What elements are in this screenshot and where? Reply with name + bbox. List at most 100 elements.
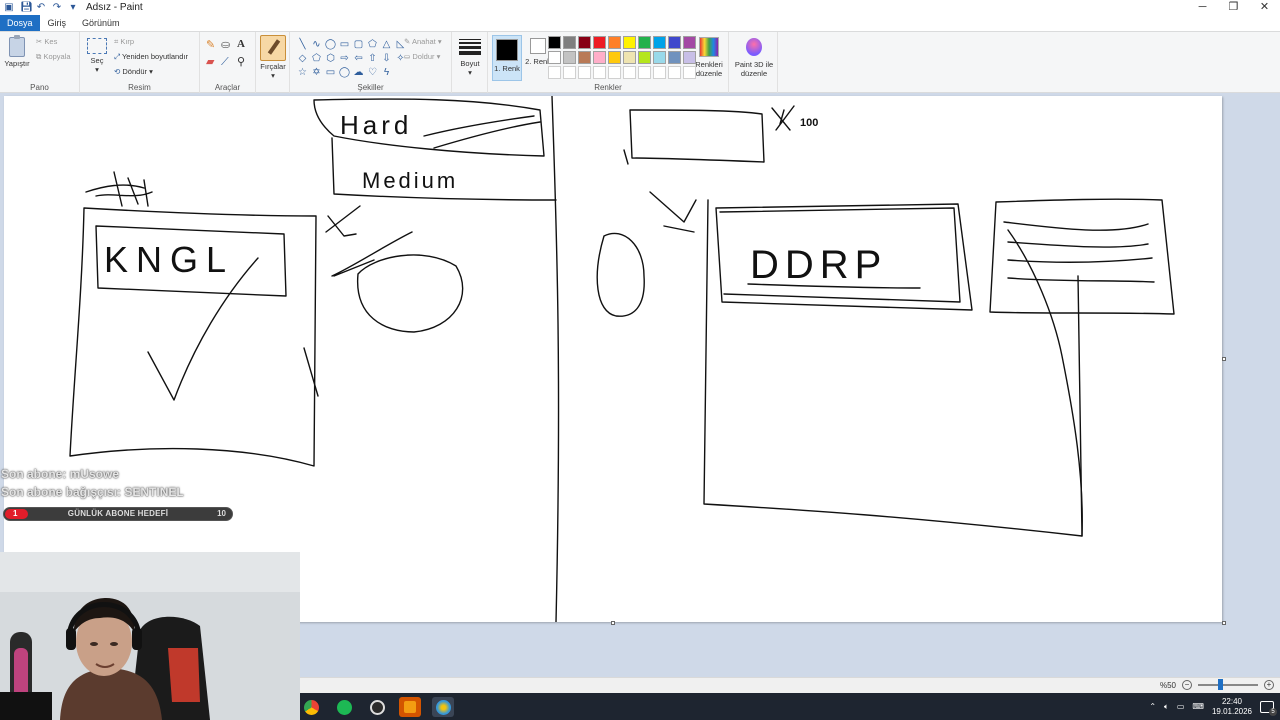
pencil-icon[interactable]: ✎ <box>206 40 215 51</box>
tab-file[interactable]: Dosya <box>0 15 40 31</box>
palette-swatch[interactable] <box>683 36 696 49</box>
close-icon[interactable]: ✕ <box>1249 0 1280 15</box>
tab-view[interactable]: Görünüm <box>74 15 128 31</box>
oval-shape-icon[interactable]: ◯ <box>324 38 337 51</box>
palette-swatch[interactable] <box>683 66 696 79</box>
palette-swatch[interactable] <box>548 36 561 49</box>
triangle-shape-icon[interactable]: △ <box>380 38 393 51</box>
save-icon[interactable]: 💾︎ <box>20 2 33 13</box>
resize-handle-bottom[interactable] <box>611 621 615 625</box>
color1-button[interactable]: 1. Renk <box>492 35 522 81</box>
palette-swatch[interactable] <box>653 36 666 49</box>
palette-swatch[interactable] <box>608 51 621 64</box>
resize-button[interactable]: ⤢ Yeniden boyutlandır <box>114 52 188 61</box>
palette-swatch[interactable] <box>608 66 621 79</box>
obs-icon[interactable] <box>366 697 388 717</box>
lightning-shape-icon[interactable]: ϟ <box>380 66 393 79</box>
palette-swatch[interactable] <box>623 66 636 79</box>
pentagon-shape-icon[interactable]: ⬠ <box>310 52 323 65</box>
palette-swatch[interactable] <box>578 51 591 64</box>
app-icon[interactable] <box>399 697 421 717</box>
down-arrow-shape-icon[interactable]: ⇩ <box>380 52 393 65</box>
outline-button[interactable]: ✎ Anahat ▾ <box>404 37 442 46</box>
rounded-rectangle-shape-icon[interactable]: ▢ <box>352 38 365 51</box>
right-arrow-shape-icon[interactable]: ⇨ <box>338 52 351 65</box>
heart-shape-icon[interactable]: ♡ <box>366 66 379 79</box>
palette-swatch[interactable] <box>653 51 666 64</box>
rotate-button[interactable]: ⟲ Döndür ▾ <box>114 67 153 76</box>
palette-swatch[interactable] <box>653 66 666 79</box>
zoom-in-icon[interactable]: + <box>1264 680 1274 690</box>
palette-swatch[interactable] <box>623 51 636 64</box>
diamond-shape-icon[interactable]: ◇ <box>296 52 309 65</box>
color-picker-icon[interactable]: ⟋ <box>221 57 229 68</box>
paint-icon[interactable] <box>432 697 454 717</box>
polygon-shape-icon[interactable]: ⬠ <box>366 38 379 51</box>
zoom-slider[interactable] <box>1198 679 1258 690</box>
line-shape-icon[interactable]: ╲ <box>296 38 309 51</box>
copy-button[interactable]: ⧉ Kopyala <box>36 52 71 61</box>
resize-handle-corner[interactable] <box>1222 621 1226 625</box>
five-point-star-shape-icon[interactable]: ☆ <box>296 66 309 79</box>
fill-button[interactable]: ⛀ Doldur ▾ <box>404 52 440 61</box>
hexagon-shape-icon[interactable]: ⬡ <box>324 52 337 65</box>
palette-swatch[interactable] <box>638 51 651 64</box>
palette-swatch[interactable] <box>563 36 576 49</box>
text-tool-icon[interactable]: A <box>237 39 245 50</box>
select-button[interactable]: Seç ▾ <box>86 38 108 74</box>
tray-chevron-icon[interactable]: ⌃ <box>1149 702 1156 711</box>
restore-icon[interactable]: ❐ <box>1218 0 1249 15</box>
palette-swatch[interactable] <box>578 36 591 49</box>
size-button[interactable]: Boyut ▾ <box>456 38 484 77</box>
palette-swatch[interactable] <box>668 66 681 79</box>
palette-swatch[interactable] <box>578 66 591 79</box>
clock[interactable]: 22:40 19.01.2026 <box>1212 697 1252 717</box>
edit-colors-button[interactable]: Renkleri düzenle <box>692 37 726 78</box>
palette-swatch[interactable] <box>638 66 651 79</box>
language-icon[interactable]: ⌨ <box>1192 702 1204 711</box>
resize-handle-right[interactable] <box>1222 357 1226 361</box>
drawing-canvas[interactable]: Hard Medium 100 KNGL DDRP <box>4 96 1222 622</box>
palette-swatch[interactable] <box>623 36 636 49</box>
tab-home[interactable]: Giriş <box>40 15 75 31</box>
callout-cloud-shape-icon[interactable]: ☁ <box>352 66 365 79</box>
redo-icon[interactable]: ↷ <box>52 2 62 13</box>
callout-oval-shape-icon[interactable]: ◯ <box>338 66 351 79</box>
paint3d-button[interactable]: Paint 3D ile düzenle <box>731 38 777 78</box>
six-point-star-shape-icon[interactable]: ✡ <box>310 66 323 79</box>
magnifier-icon[interactable]: ⚲ <box>237 57 245 68</box>
fill-bucket-icon[interactable]: ⛀ <box>221 40 230 51</box>
volume-icon[interactable]: 🔈︎ <box>1164 702 1169 712</box>
curve-shape-icon[interactable]: ∿ <box>310 38 323 51</box>
eraser-icon[interactable]: ▰ <box>206 57 214 68</box>
spotify-icon[interactable] <box>333 697 355 717</box>
palette-swatch[interactable] <box>638 36 651 49</box>
palette-swatch[interactable] <box>683 51 696 64</box>
paste-button[interactable]: Yapıştır <box>4 35 30 68</box>
notification-icon[interactable]: 5 <box>1260 700 1277 716</box>
customize-quick-access-icon[interactable]: ▾ <box>68 2 78 13</box>
palette-swatch[interactable] <box>608 36 621 49</box>
brushes-button[interactable]: Fırçalar ▾ <box>258 35 288 80</box>
palette-swatch[interactable] <box>593 51 606 64</box>
chrome-icon[interactable] <box>300 697 322 717</box>
rectangle-shape-icon[interactable]: ▭ <box>338 38 351 51</box>
crop-button[interactable]: ⌗ Kırp <box>114 37 134 46</box>
network-icon[interactable]: ▭ <box>1177 702 1185 711</box>
callout-rect-shape-icon[interactable]: ▭ <box>324 66 337 79</box>
left-arrow-shape-icon[interactable]: ⇦ <box>352 52 365 65</box>
palette-swatch[interactable] <box>563 51 576 64</box>
zoom-slider-thumb[interactable] <box>1218 679 1223 690</box>
undo-icon[interactable]: ↶ <box>36 2 46 13</box>
palette-swatch[interactable] <box>563 66 576 79</box>
palette-swatch[interactable] <box>668 51 681 64</box>
palette-swatch[interactable] <box>668 36 681 49</box>
up-arrow-shape-icon[interactable]: ⇧ <box>366 52 379 65</box>
zoom-out-icon[interactable]: − <box>1182 680 1192 690</box>
minimize-icon[interactable]: ─ <box>1187 0 1218 15</box>
palette-swatch[interactable] <box>593 66 606 79</box>
palette-swatch[interactable] <box>593 36 606 49</box>
palette-swatch[interactable] <box>548 66 561 79</box>
palette-swatch[interactable] <box>548 51 561 64</box>
cut-button[interactable]: ✂ Kes <box>36 37 57 46</box>
